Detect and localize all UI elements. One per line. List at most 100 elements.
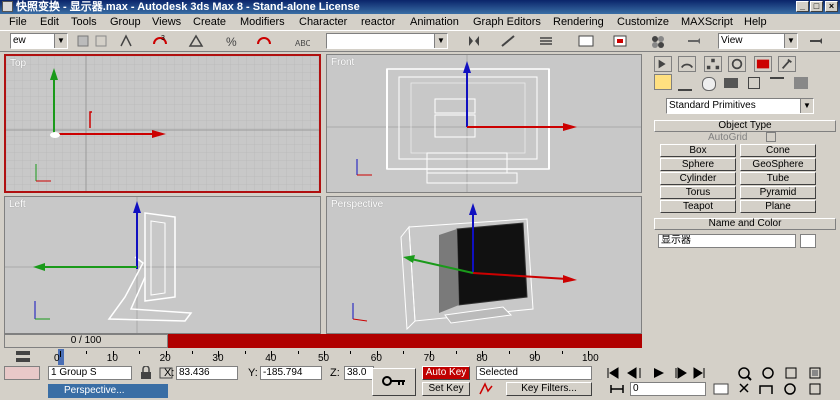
name-color-rollout-header[interactable]: Name and Color (654, 218, 836, 230)
quick-render-icon[interactable] (808, 34, 824, 48)
display-tab-icon[interactable] (754, 56, 772, 72)
hierarchy-tab-icon[interactable] (704, 56, 722, 72)
menu-rendering[interactable]: Rendering (553, 14, 604, 30)
viewport-label[interactable]: Top (10, 58, 26, 69)
left-wireframe (5, 197, 320, 333)
taskbar-perspective-button[interactable]: Perspective... (48, 384, 168, 398)
menu-modifiers[interactable]: Modifiers (240, 14, 285, 30)
helpers-icon[interactable] (748, 77, 760, 89)
primitive-category-dropdown[interactable]: Standard Primitives ▼ (666, 98, 814, 114)
viewport-perspective[interactable]: Perspective (326, 196, 642, 334)
timeline-tick (561, 351, 563, 354)
named-selection-dropdown[interactable]: ▼ (326, 33, 448, 49)
sphere-button[interactable]: Sphere (660, 158, 736, 171)
menu-maxscript[interactable]: MAXScript (681, 14, 733, 30)
object-name-input[interactable]: 显示器 (658, 234, 796, 248)
menu-file[interactable]: File (9, 14, 27, 30)
menu-help[interactable]: Help (744, 14, 767, 30)
object-color-swatch[interactable] (800, 234, 816, 248)
motion-tab-icon[interactable] (728, 56, 746, 72)
layer-manager-icon[interactable] (538, 34, 554, 48)
render-scene-icon[interactable] (686, 34, 702, 48)
autogrid-checkbox[interactable] (766, 132, 776, 142)
timeline-tick-label: 70 (423, 353, 435, 364)
menu-animation[interactable]: Animation (410, 14, 459, 30)
set-key-button[interactable]: Set Key (422, 382, 470, 396)
schematic-view-icon[interactable] (612, 34, 628, 48)
x-coordinate-input[interactable]: 83.436 (176, 366, 238, 380)
systems-icon[interactable] (794, 77, 808, 89)
create-tab-icon[interactable] (654, 56, 672, 72)
lights-icon[interactable] (702, 77, 716, 91)
angle-snap-icon[interactable] (188, 34, 204, 48)
minimize-button[interactable]: _ (796, 1, 809, 12)
menu-edit[interactable]: Edit (40, 14, 59, 30)
spinner-snap-icon[interactable] (256, 34, 272, 48)
align-icon[interactable] (500, 34, 516, 48)
menu-create[interactable]: Create (193, 14, 226, 30)
percent-snap-icon[interactable]: % (224, 34, 240, 48)
menu-group[interactable]: Group (110, 14, 141, 30)
material-editor-icon[interactable] (650, 34, 666, 48)
key-mode-toggle[interactable] (372, 368, 416, 396)
cameras-icon[interactable] (724, 78, 738, 88)
key-mode-dropdown[interactable]: Selected (476, 366, 592, 380)
modify-tab-icon[interactable] (678, 56, 696, 72)
viewport-front[interactable]: Front (326, 54, 642, 193)
key-mode-value: Selected (479, 367, 518, 378)
viewport-navigation[interactable] (736, 366, 840, 398)
mirror-icon[interactable] (466, 34, 482, 48)
viewport-top[interactable]: Top (4, 54, 321, 193)
pyramid-button[interactable]: Pyramid (740, 186, 816, 199)
time-slider[interactable]: 0 / 100 (4, 334, 168, 348)
key-mode-icon[interactable] (608, 382, 626, 396)
view-dropdown[interactable]: View ▼ (718, 33, 798, 49)
lock-selection-icon[interactable] (138, 366, 154, 380)
y-coordinate-input[interactable]: -185.794 (260, 366, 322, 380)
key-filters-button[interactable]: Key Filters... (506, 382, 592, 396)
select-by-name-icon[interactable] (76, 34, 92, 48)
time-configuration-icon[interactable] (712, 382, 730, 396)
menu-customize[interactable]: Customize (617, 14, 669, 30)
bind-space-warp-icon[interactable] (118, 34, 134, 48)
menu-graph-editors[interactable]: Graph Editors (473, 14, 541, 30)
shapes-icon[interactable] (678, 77, 692, 91)
box-button[interactable]: Box (660, 144, 736, 157)
menu-tools[interactable]: Tools (71, 14, 97, 30)
close-button[interactable]: × (825, 1, 838, 12)
time-slider-track[interactable] (168, 334, 642, 348)
z-coordinate-input[interactable]: 38.0 (344, 366, 374, 380)
viewport-label[interactable]: Perspective (331, 199, 383, 210)
playback-controls[interactable] (606, 366, 706, 380)
tube-button[interactable]: Tube (740, 172, 816, 185)
selection-filter-dropdown[interactable]: ew ▼ (10, 33, 68, 49)
timeline-tick-label: 50 (318, 353, 330, 364)
snap-toggle-icon[interactable]: 3 (152, 34, 168, 48)
utilities-tab-icon[interactable] (778, 56, 796, 72)
edit-named-selection-icon[interactable]: ABC (294, 34, 310, 48)
object-type-rollout-header[interactable]: Object Type (654, 120, 836, 132)
viewport-label[interactable]: Front (331, 57, 354, 68)
curve-editor-icon[interactable] (578, 34, 594, 48)
cone-button[interactable]: Cone (740, 144, 816, 157)
space-warps-icon[interactable] (770, 77, 784, 91)
cylinder-button[interactable]: Cylinder (660, 172, 736, 185)
viewport-label[interactable]: Left (9, 199, 26, 210)
menu-views[interactable]: Views (152, 14, 181, 30)
key-filters-icon[interactable] (478, 382, 494, 396)
geosphere-button[interactable]: GeoSphere (740, 158, 816, 171)
viewport-left[interactable]: Left (4, 196, 321, 334)
region-select-icon[interactable] (94, 34, 110, 48)
track-bar-icon[interactable] (14, 349, 32, 365)
geometry-icon[interactable] (654, 74, 672, 90)
plane-button[interactable]: Plane (740, 200, 816, 213)
teapot-button[interactable]: Teapot (660, 200, 736, 213)
chevron-down-icon: ▼ (434, 34, 447, 48)
auto-key-button[interactable]: Auto Key (422, 366, 470, 380)
menu-character[interactable]: Character (299, 14, 347, 30)
current-frame-input[interactable]: 0 (630, 382, 706, 396)
maxscript-listener[interactable] (4, 366, 40, 380)
torus-button[interactable]: Torus (660, 186, 736, 199)
menu-reactor[interactable]: reactor (361, 14, 395, 30)
maximize-button[interactable]: □ (810, 1, 823, 12)
